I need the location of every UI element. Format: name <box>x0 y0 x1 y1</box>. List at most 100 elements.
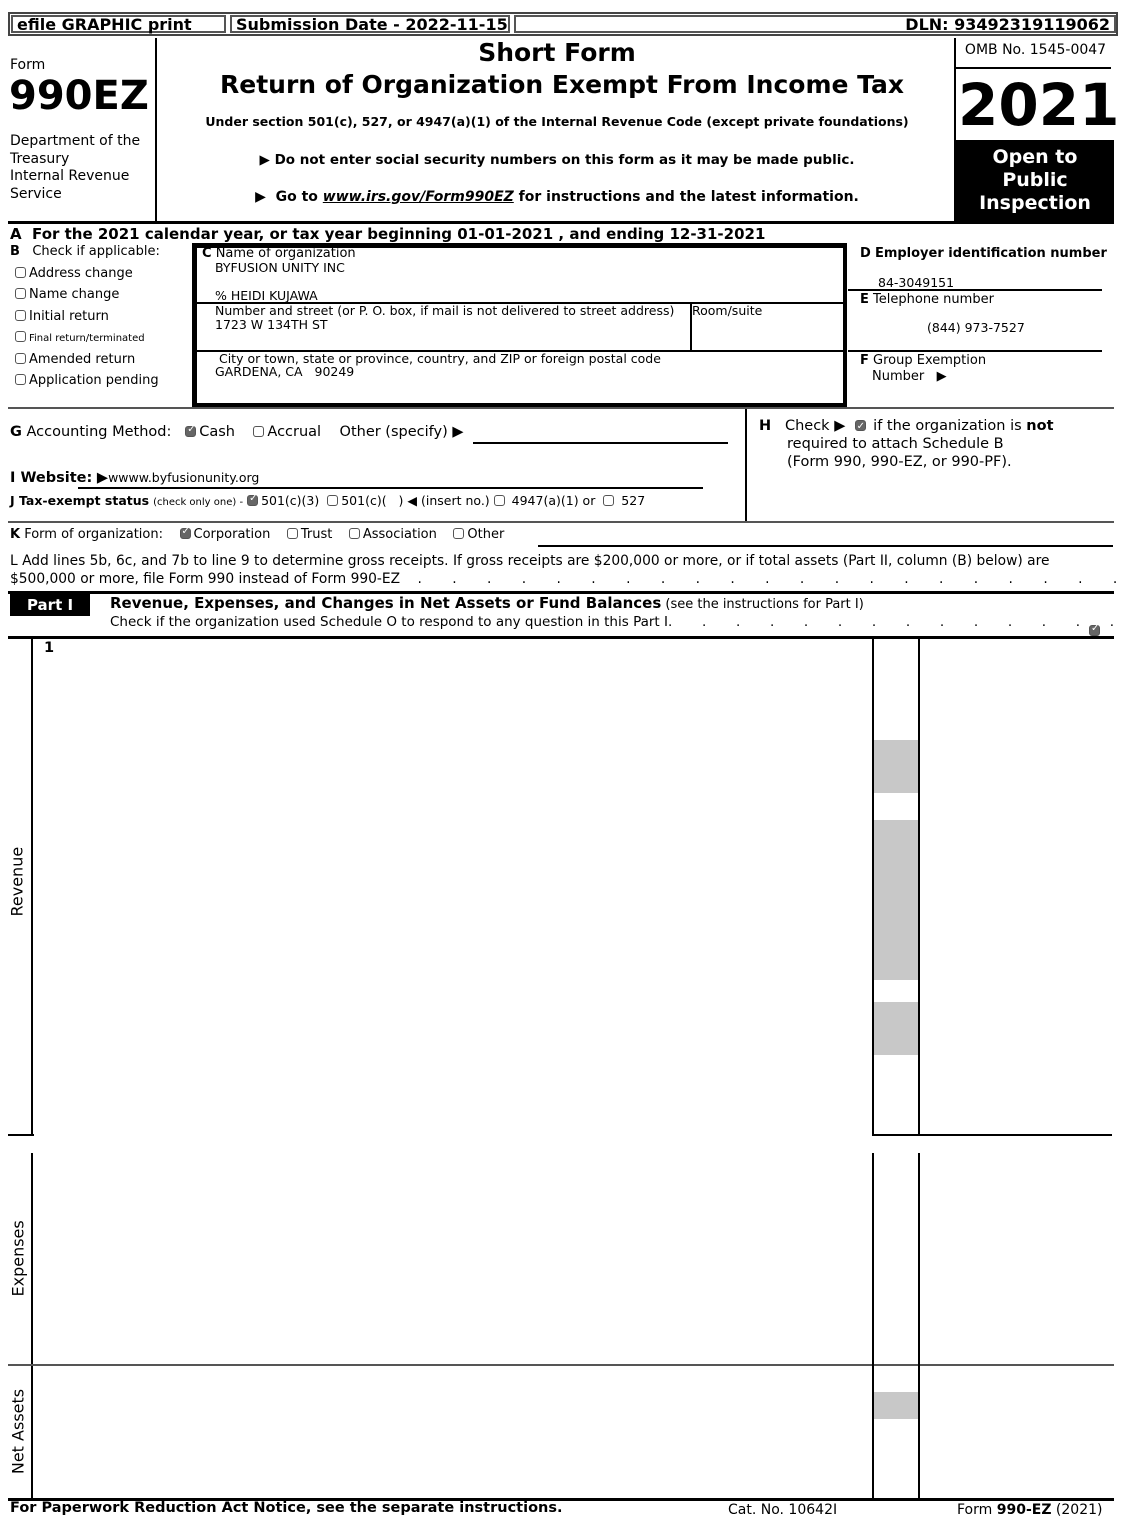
option-label: 501(c)( ) <box>341 493 404 508</box>
checkbox-icon[interactable] <box>327 495 339 506</box>
irs-link[interactable]: www.irs.gov/Form990EZ <box>323 189 514 205</box>
checkbox-icon[interactable] <box>493 495 505 506</box>
catalog-number: Cat. No. 10642I <box>728 1502 838 1518</box>
checkbox-checked-icon[interactable] <box>185 424 197 437</box>
option-association[interactable]: Association <box>348 527 437 542</box>
line-number: 1 <box>44 640 55 656</box>
part-i-title: Revenue, Expenses, and Changes in Net As… <box>110 594 864 612</box>
part-i-note: (see the instructions for Part I) <box>661 597 864 612</box>
telephone-label-text: Telephone number <box>873 292 994 307</box>
form-title-short: Short Form <box>478 38 636 67</box>
section-c-letter: C <box>202 246 212 261</box>
shaded-cell <box>874 740 918 793</box>
option-501c[interactable]: 501(c)( ) <box>327 493 403 508</box>
form-word: Form <box>10 57 46 73</box>
checkbox-amended-return[interactable]: Amended return <box>15 349 159 370</box>
checkbox-icon[interactable] <box>15 267 26 278</box>
schedule-b-checkbox[interactable] <box>854 418 866 436</box>
divider <box>918 638 920 1135</box>
checkbox-icon[interactable] <box>348 528 360 539</box>
form-of-org-label: Form of organization: <box>24 527 163 542</box>
checkbox-icon[interactable] <box>15 353 26 365</box>
checkbox-label: Initial return <box>29 308 109 324</box>
checkbox-icon[interactable] <box>15 288 26 300</box>
dept-line: Department of the <box>10 133 141 149</box>
arrow-left-icon: ◀ <box>407 493 417 508</box>
checkbox-checked-icon[interactable] <box>247 493 259 506</box>
other-specify-field[interactable] <box>473 442 728 444</box>
option-label: Corporation <box>193 527 271 542</box>
checkbox-label: Final return/terminated <box>29 332 145 344</box>
checkbox-icon[interactable] <box>15 330 26 342</box>
divider <box>848 289 1102 291</box>
city-state-zip: GARDENA, CA 90249 <box>215 364 355 379</box>
care-of: % HEIDI KUJAWA <box>215 288 318 303</box>
divider <box>918 1153 920 1500</box>
dept-line: Service <box>10 185 62 202</box>
option-trust[interactable]: Trust <box>286 527 333 542</box>
divider <box>956 67 1111 69</box>
instructions-notice: ▶ Go to www.irs.gov/Form990EZ for instru… <box>157 189 957 205</box>
form-footer-year: (2021) <box>1051 1502 1103 1518</box>
option-label: 527 <box>621 493 646 508</box>
section-d-letter: D <box>860 246 871 261</box>
option-501c3[interactable]: 501(c)(3) <box>247 493 319 508</box>
checkbox-final-return[interactable]: Final return/terminated <box>15 327 159 349</box>
checkbox-address-change[interactable]: Address change <box>15 263 159 284</box>
schedule-o-checkbox[interactable] <box>1089 623 1100 636</box>
arrow-right-icon: ▶ <box>255 189 271 205</box>
arrow-right-icon: ▶ <box>259 152 270 168</box>
arrow-right-icon: ▶ <box>936 369 947 384</box>
divider <box>78 487 703 489</box>
department: Department of the Treasury Internal Reve… <box>10 133 140 203</box>
website: I Website: ▶wwww.byfusionunity.org <box>10 470 259 486</box>
street-address: 1723 W 134TH ST <box>215 317 328 332</box>
section-b-checkboxes: Address change Name change Initial retur… <box>15 263 159 392</box>
option-527[interactable]: 527 <box>603 493 645 508</box>
open-line: Public <box>1002 169 1068 191</box>
divider <box>8 521 1114 523</box>
checkbox-application-pending[interactable]: Application pending <box>15 370 159 391</box>
schedule-o-text: Check if the organization used Schedule … <box>110 614 668 630</box>
checkbox-icon[interactable] <box>253 426 265 437</box>
checkbox-icon[interactable] <box>15 374 26 386</box>
option-4947[interactable]: 4947(a)(1) or <box>493 493 596 508</box>
schedule-b-text: if the organization is <box>873 418 1027 434</box>
form-of-organization: K Form of organization: Corporation Trus… <box>10 526 504 542</box>
option-other[interactable]: Other <box>453 527 504 542</box>
form-footer-id: Form 990-EZ (2021) <box>957 1502 1102 1518</box>
checkbox-label: Amended return <box>29 352 136 368</box>
submission-date: Submission Date - 2022-11-15 <box>230 15 510 33</box>
other-specify-label: Other (specify) <box>339 424 448 440</box>
option-accrual[interactable]: Accrual <box>253 424 321 440</box>
ein-value: 84-3049151 <box>878 275 955 290</box>
option-label: Trust <box>300 527 333 542</box>
website-value[interactable]: wwww.byfusionunity.org <box>108 470 259 485</box>
checkbox-icon[interactable] <box>15 309 26 321</box>
option-corporation[interactable]: Corporation <box>179 526 271 542</box>
line-l-gross-receipts: L Add lines 5b, 6c, and 7b to line 9 to … <box>10 552 1129 588</box>
check-label: Check <box>784 418 830 434</box>
divider <box>8 1134 34 1136</box>
shaded-cell <box>874 1002 918 1055</box>
open-line: Open to <box>992 146 1078 168</box>
form-number: 990EZ <box>9 73 149 119</box>
checkbox-icon[interactable] <box>453 528 465 539</box>
section-e-letter: E <box>860 292 869 307</box>
part-i-title-text: Revenue, Expenses, and Changes in Net As… <box>110 594 662 612</box>
option-label: 4947(a)(1) or <box>511 493 596 508</box>
checkbox-initial-return[interactable]: Initial return <box>15 306 159 327</box>
checkbox-checked-icon[interactable] <box>179 526 191 539</box>
shaded-cell <box>874 820 918 980</box>
checkbox-icon[interactable] <box>286 528 298 539</box>
checkbox-name-change[interactable]: Name change <box>15 284 159 305</box>
form-footer-number: 990-EZ <box>996 1502 1052 1518</box>
option-cash[interactable]: Cash <box>185 424 235 440</box>
other-org-field[interactable] <box>538 545 1113 547</box>
checkbox-icon[interactable] <box>603 495 615 506</box>
instructions-prefix: Go to <box>275 189 323 205</box>
shaded-cell <box>874 1392 918 1419</box>
divider <box>8 636 1114 639</box>
form-subtitle: Under section 501(c), 527, or 4947(a)(1)… <box>205 114 909 129</box>
efile-header-bar: efile GRAPHIC print Submission Date - 20… <box>8 12 1118 36</box>
